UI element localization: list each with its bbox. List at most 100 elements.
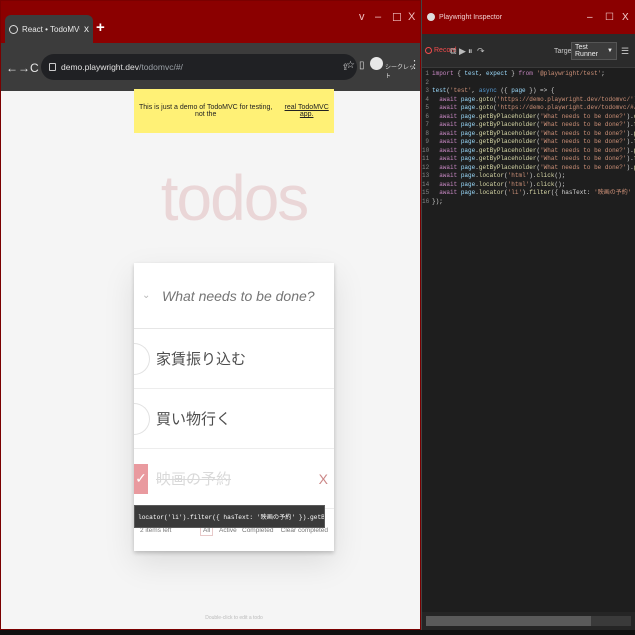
- code-line: 8 await page.getByPlaceholder('What need…: [422, 130, 635, 139]
- code-text: await page.getByPlaceholder('What needs …: [439, 146, 635, 154]
- favicon-icon: [9, 24, 18, 34]
- code-line: 3 test('test', async ({ page }) => {: [422, 87, 635, 96]
- chevron-down-icon: ▼: [607, 48, 613, 54]
- code-line: 1 import { test, expect } from '@playwrig…: [422, 70, 635, 79]
- line-number: 5: [425, 104, 429, 111]
- scrollbar-thumb[interactable]: [426, 616, 591, 626]
- code-line: 12 await page.getByPlaceholder('What nee…: [422, 164, 635, 173]
- toggle-all-chevron-icon[interactable]: ⌄: [142, 290, 156, 301]
- line-number: 3: [425, 87, 429, 94]
- todo-label: 映画の予約: [156, 471, 232, 488]
- locator-tooltip: locator('li').filter({ hasText: '映画の予約' …: [134, 505, 325, 528]
- back-icon[interactable]: ←: [6, 61, 18, 75]
- forward-icon[interactable]: →: [18, 61, 30, 75]
- new-todo-input[interactable]: [162, 287, 332, 304]
- taskbar: [0, 630, 635, 635]
- code-text: await page.locator('li').filter({ hasTex…: [439, 189, 635, 196]
- address-bar[interactable]: demo.playwright.dev/todomvc/#/ ⇪: [41, 54, 357, 80]
- line-number: 13: [422, 172, 430, 179]
- code-text: await page.locator('html').click();: [439, 180, 566, 188]
- more-menu-icon[interactable]: ⋮: [409, 58, 420, 71]
- code-text: await page.locator('html').click();: [439, 172, 566, 179]
- code-line: 16});: [422, 198, 635, 207]
- line-number: 14: [422, 180, 430, 188]
- todo-toggle[interactable]: [134, 402, 150, 435]
- code-text: await page.getByPlaceholder('What needs …: [439, 163, 635, 171]
- todo-item-completed[interactable]: ✓ 映画の予約 X: [134, 449, 334, 509]
- inspector-maximize-button[interactable]: ☐: [605, 12, 614, 23]
- browser-window: React • TodoMVC x + v – ☐ X ← → C demo.p…: [0, 0, 421, 630]
- checkmark-icon[interactable]: ✓: [134, 463, 148, 494]
- code-text: await page.getByPlaceholder('What needs …: [439, 155, 635, 162]
- todo-toggle[interactable]: [134, 342, 150, 375]
- todo-item[interactable]: 家賃振り込む: [134, 329, 334, 389]
- code-text: await page.getByPlaceholder('What needs …: [439, 121, 635, 128]
- inspector-title: Playwright Inspector: [439, 14, 503, 21]
- filter-completed[interactable]: Completed: [242, 527, 273, 534]
- line-number: 12: [422, 163, 430, 171]
- code-line: 9 await page.getByPlaceholder('What need…: [422, 138, 635, 147]
- line-number: 11: [422, 155, 430, 162]
- playwright-inspector: Playwright Inspector – ☐ X Record ⧉ ▶ ⏸ …: [421, 0, 635, 630]
- code-line: 4 await page.goto('https://demo.playwrig…: [422, 96, 635, 105]
- inspector-minimize-button[interactable]: –: [587, 12, 593, 23]
- horizontal-scrollbar[interactable]: [422, 612, 635, 630]
- line-number: 4: [425, 95, 429, 103]
- new-tab-button[interactable]: +: [96, 19, 105, 36]
- line-number: 8: [425, 129, 429, 137]
- copy-icon[interactable]: ⧉: [450, 46, 456, 57]
- line-number: 6: [425, 112, 429, 120]
- notice-text: This is just a demo of TodoMVC for testi…: [138, 104, 273, 118]
- tab-search-icon[interactable]: v: [359, 11, 365, 23]
- pause-icon[interactable]: ⏸: [468, 46, 473, 57]
- code-text: await page.goto('https://demo.playwright…: [439, 95, 635, 103]
- lock-icon[interactable]: [49, 63, 56, 71]
- code-text: });: [432, 197, 443, 205]
- inspector-title-bar: Playwright Inspector – ☐ X: [422, 0, 635, 34]
- inspector-close-button[interactable]: X: [622, 12, 629, 23]
- inspector-toolbar: Record ⧉ ▶ ⏸ ↷ Target: Test Runner ▼ ☰: [422, 34, 635, 68]
- minimize-button[interactable]: –: [375, 11, 381, 23]
- footer-info: Double-click to edit a todo: [205, 615, 263, 621]
- filter-active[interactable]: Active: [219, 527, 237, 534]
- todo-label: 買い物行く: [156, 411, 232, 428]
- line-number: 7: [425, 121, 429, 128]
- code-text: await page.goto('https://demo.playwright…: [439, 104, 635, 111]
- tab-close-icon[interactable]: x: [84, 24, 89, 35]
- notice-link[interactable]: real TodoMVC app.: [279, 104, 334, 118]
- url-path: /todomvc/#/: [138, 62, 183, 72]
- code-line: 10 await page.getByPlaceholder('What nee…: [422, 147, 635, 156]
- line-number: 16: [422, 197, 430, 205]
- code-line: 11 await page.getByPlaceholder('What nee…: [422, 155, 635, 164]
- clear-completed-button[interactable]: Clear completed: [281, 527, 328, 534]
- bookmark-star-icon[interactable]: ☆: [346, 60, 355, 71]
- items-left-count: 2 items left: [140, 527, 172, 534]
- todo-label: 家賃振り込む: [156, 351, 247, 368]
- line-number: 9: [425, 138, 429, 145]
- tab-title: React • TodoMVC: [22, 24, 80, 34]
- code-line: 14 await page.locator('html').click();: [422, 181, 635, 190]
- maximize-button[interactable]: ☐: [392, 11, 402, 24]
- target-select[interactable]: Test Runner ▼: [571, 42, 617, 60]
- url-host: demo.playwright.dev: [61, 62, 139, 72]
- code-text: import { test, expect } from '@playwrigh…: [432, 70, 605, 77]
- new-todo-row: ⌄: [134, 263, 334, 329]
- delete-todo-icon[interactable]: X: [319, 471, 328, 487]
- code-text: await page.getByPlaceholder('What needs …: [439, 129, 635, 137]
- step-over-icon[interactable]: ↷: [477, 46, 485, 57]
- close-window-button[interactable]: X: [408, 11, 415, 23]
- record-icon: [425, 47, 432, 54]
- line-number: 15: [422, 189, 430, 196]
- side-panel-icon[interactable]: ▯: [359, 60, 365, 71]
- code-text: await page.getByPlaceholder('What needs …: [439, 112, 635, 120]
- code-line: 7 await page.getByPlaceholder('What need…: [422, 121, 635, 130]
- todo-item[interactable]: 買い物行く: [134, 389, 334, 449]
- menu-icon[interactable]: ☰: [621, 46, 629, 57]
- code-line: 15 await page.locator('li').filter({ has…: [422, 189, 635, 198]
- code-editor[interactable]: 1 import { test, expect } from '@playwrig…: [422, 70, 635, 610]
- tab-todomvc[interactable]: React • TodoMVC x: [5, 15, 93, 43]
- demo-notice: This is just a demo of TodoMVC for testi…: [134, 89, 334, 133]
- profile-avatar[interactable]: [370, 57, 383, 70]
- reload-icon[interactable]: C: [30, 61, 39, 75]
- resume-icon[interactable]: ▶: [459, 46, 466, 57]
